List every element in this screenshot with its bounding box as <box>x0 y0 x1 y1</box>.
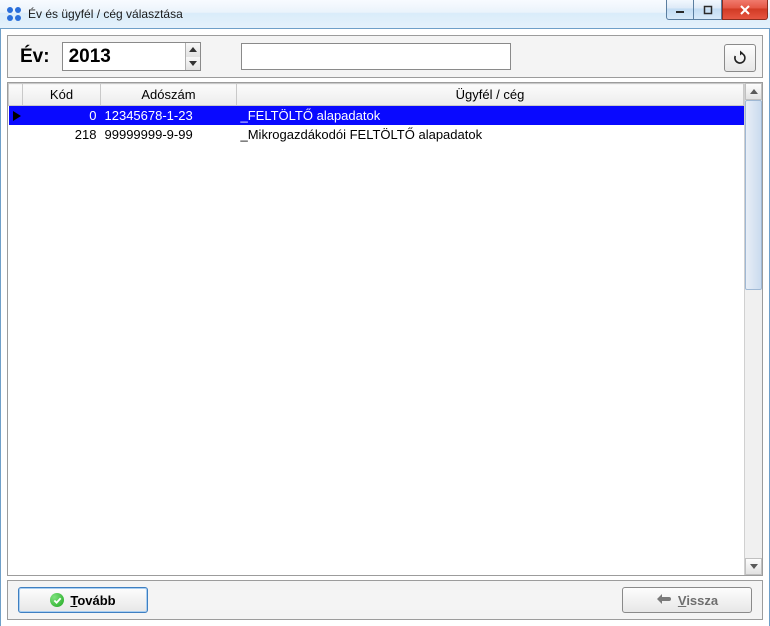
chevron-down-icon <box>189 61 197 66</box>
minimize-button[interactable] <box>666 0 694 20</box>
scrollbar-thumb[interactable] <box>745 100 762 290</box>
window-title: Év és ügyfél / cég választása <box>28 7 183 21</box>
grid-vertical-scrollbar[interactable] <box>744 83 762 575</box>
chevron-up-icon <box>189 47 197 52</box>
cell-ugyfel: _Mikrogazdákodói FELTÖLTŐ alapadatok <box>237 125 744 144</box>
next-button-label: Tovább <box>70 593 115 608</box>
grid-header-ugyfel[interactable]: Ügyfél / cég <box>237 84 744 106</box>
chevron-down-icon <box>750 564 758 569</box>
grid-header-row: Kód Adószám Ügyfél / cég <box>9 84 744 106</box>
grid-header-indicator[interactable] <box>9 84 23 106</box>
bottom-panel: Tovább Vissza <box>7 580 763 620</box>
top-panel: Év: <box>7 35 763 78</box>
year-spinner-down[interactable] <box>186 57 200 71</box>
title-bar: Év és ügyfél / cég választása <box>0 0 770 29</box>
cell-kod: 0 <box>23 106 101 126</box>
cell-ugyfel: _FELTÖLTŐ alapadatok <box>237 106 744 126</box>
table-row[interactable]: 21899999999-9-99_Mikrogazdákodói FELTÖLT… <box>9 125 744 144</box>
search-input[interactable] <box>241 43 511 70</box>
next-button[interactable]: Tovább <box>18 587 148 613</box>
chevron-up-icon <box>750 89 758 94</box>
grid-panel: Kód Adószám Ügyfél / cég 012345678-1-23_… <box>7 82 763 576</box>
maximize-button[interactable] <box>694 0 722 20</box>
minimize-icon <box>675 5 685 15</box>
grid-area[interactable]: Kód Adószám Ügyfél / cég 012345678-1-23_… <box>8 83 744 575</box>
close-button[interactable] <box>722 0 768 20</box>
close-icon <box>739 5 751 15</box>
year-field <box>62 42 201 71</box>
check-circle-icon <box>50 593 64 607</box>
grid-header-kod[interactable]: Kód <box>23 84 101 106</box>
year-spinner-up[interactable] <box>186 43 200 57</box>
table-row[interactable]: 012345678-1-23_FELTÖLTŐ alapadatok <box>9 106 744 126</box>
current-row-indicator-icon <box>13 111 19 121</box>
year-input[interactable] <box>63 43 185 70</box>
row-indicator-cell <box>9 125 23 144</box>
back-arrow-icon <box>656 593 672 608</box>
scrollbar-up-button[interactable] <box>745 83 762 100</box>
client-area: Év: <box>0 29 770 626</box>
back-button[interactable]: Vissza <box>622 587 752 613</box>
grid-header-adoszam[interactable]: Adószám <box>101 84 237 106</box>
app-icon <box>6 6 22 22</box>
year-label: Év: <box>20 46 50 68</box>
window-buttons <box>666 0 770 20</box>
cell-adoszam: 12345678-1-23 <box>101 106 237 126</box>
year-spinner <box>185 43 200 70</box>
maximize-icon <box>703 5 713 15</box>
refresh-icon <box>732 50 748 66</box>
scrollbar-down-button[interactable] <box>745 558 762 575</box>
back-button-label: Vissza <box>678 593 718 608</box>
refresh-button[interactable] <box>724 44 756 72</box>
data-grid: Kód Adószám Ügyfél / cég 012345678-1-23_… <box>8 83 744 144</box>
row-indicator-cell <box>9 106 23 126</box>
cell-adoszam: 99999999-9-99 <box>101 125 237 144</box>
cell-kod: 218 <box>23 125 101 144</box>
